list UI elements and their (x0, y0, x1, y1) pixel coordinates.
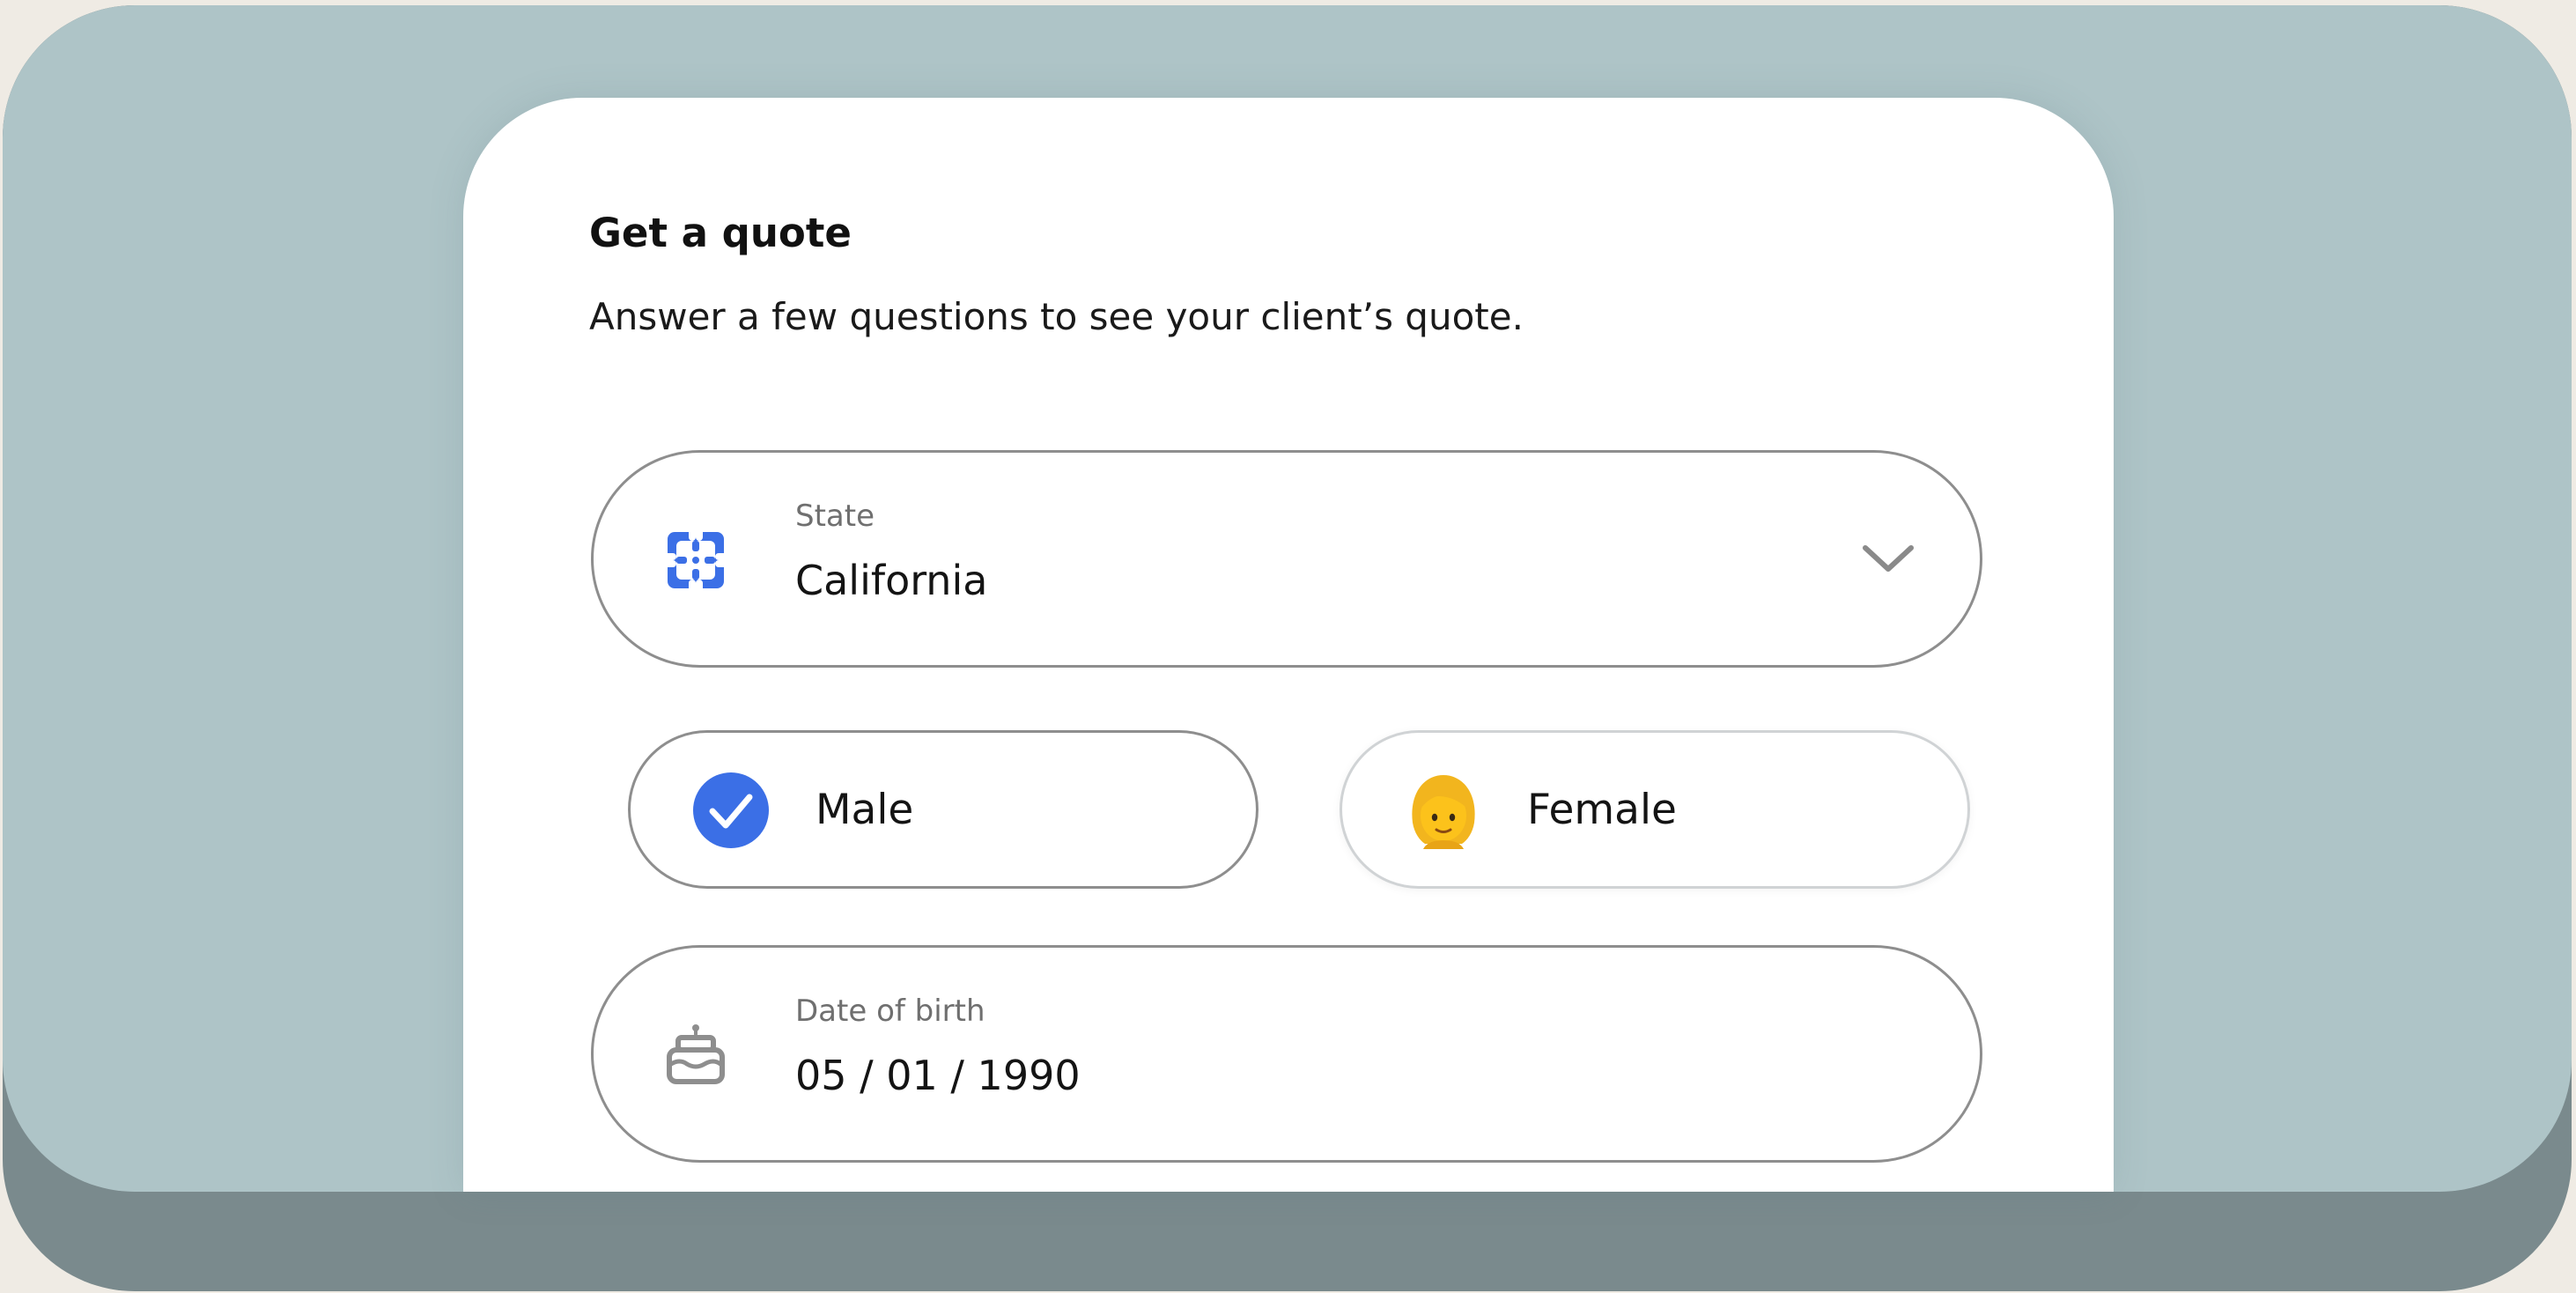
gender-option-female[interactable]: Female (1340, 730, 1970, 889)
state-select[interactable]: State California (591, 450, 1982, 668)
date-of-birth-field[interactable]: Date of birth 05 / 01 / 1990 (591, 945, 1982, 1163)
quote-card: Get a quote Answer a few questions to se… (463, 98, 2114, 1192)
page-title: Get a quote (589, 210, 852, 256)
state-label: State (795, 499, 875, 534)
gender-option-male[interactable]: Male (628, 730, 1258, 889)
gender-label-male: Male (816, 786, 914, 834)
date-of-birth-value: 05 / 01 / 1990 (795, 1052, 1081, 1099)
checkmark-icon (693, 772, 769, 848)
state-value: California (795, 557, 988, 604)
gender-label-female: Female (1527, 786, 1677, 834)
birthday-cake-icon (667, 1024, 725, 1084)
chevron-down-icon (1863, 545, 1914, 572)
device-frame: Get a quote Answer a few questions to se… (3, 5, 2572, 1291)
page-subtitle: Answer a few questions to see your clien… (589, 295, 1524, 338)
date-of-birth-label: Date of birth (795, 994, 985, 1029)
state-map-icon (668, 532, 724, 588)
woman-emoji-icon (1412, 775, 1475, 849)
